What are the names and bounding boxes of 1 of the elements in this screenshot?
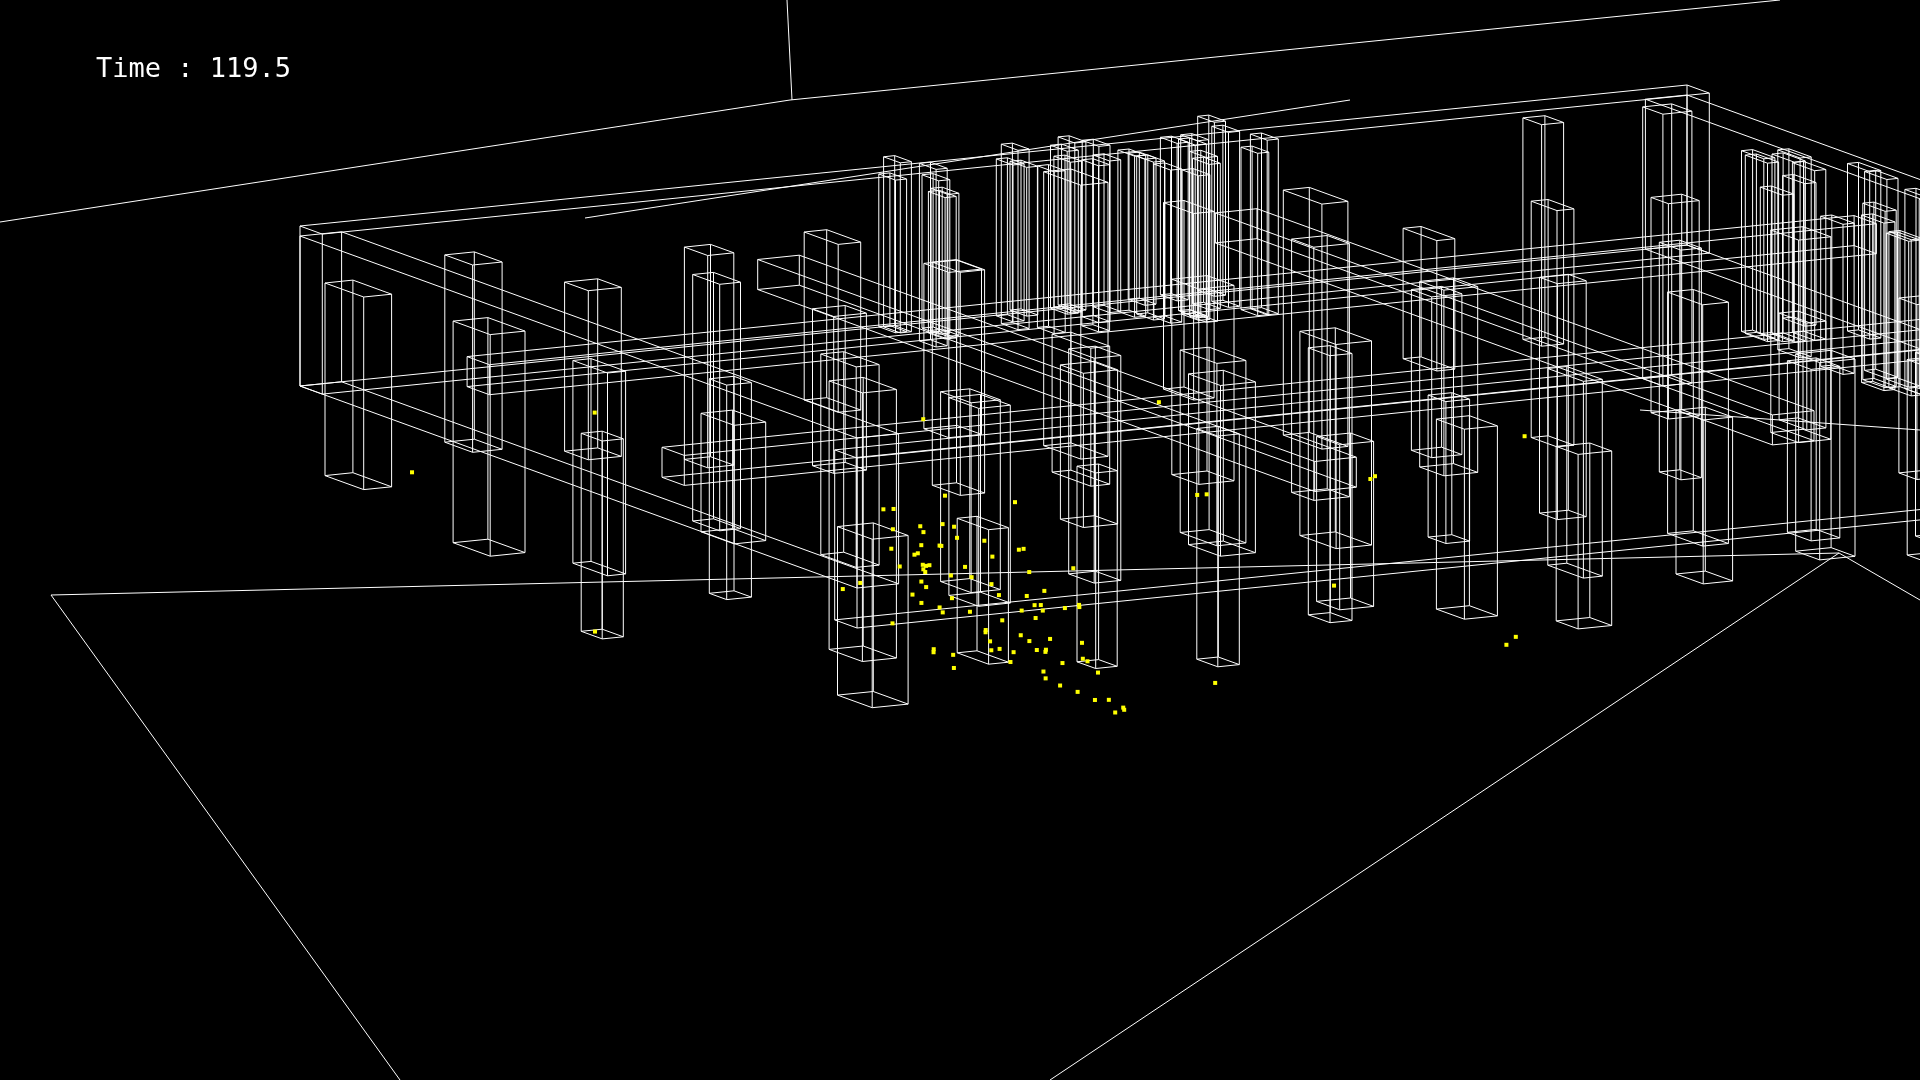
time-label: Time : 119.5 bbox=[96, 52, 292, 83]
